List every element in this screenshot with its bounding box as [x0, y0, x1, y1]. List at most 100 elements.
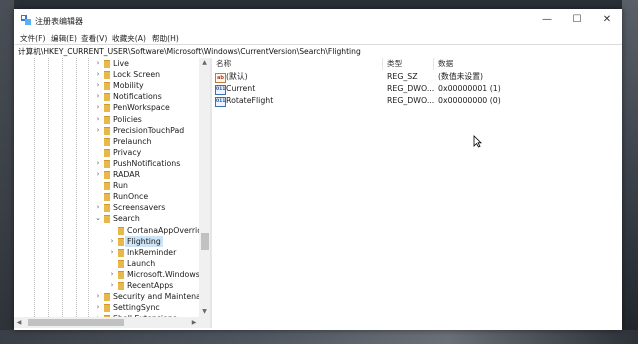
chevron-right-icon[interactable]: [94, 147, 102, 158]
string-value-icon: ab: [215, 73, 226, 83]
menu-favorites[interactable]: 收藏夹(A): [112, 33, 146, 44]
value-type: REG_DWO...: [387, 96, 435, 105]
folder-icon: [104, 204, 110, 213]
tree-item-label: CortanaAppOverride: [127, 225, 207, 235]
menu-file[interactable]: 文件(F): [20, 33, 45, 44]
tree-item-label: Screensavers: [113, 203, 166, 213]
chevron-right-icon[interactable]: ›: [94, 114, 102, 125]
column-header-data[interactable]: 数据: [438, 58, 453, 70]
tree-item-label: Mobility: [113, 81, 144, 91]
tree-item-label: SettingSync: [113, 303, 160, 313]
tree-guide-line: [88, 58, 89, 317]
value-type: REG_DWO...: [387, 84, 435, 93]
chevron-right-icon[interactable]: ›: [94, 291, 102, 302]
folder-icon: [104, 193, 110, 202]
chevron-right-icon[interactable]: ›: [94, 102, 102, 113]
tree-item-label: Privacy: [113, 147, 142, 157]
tree-item-label: RADAR: [113, 170, 141, 179]
value-row[interactable]: ab (默认) REG_SZ (数值未设置): [212, 71, 622, 83]
desktop-background-right: [622, 0, 638, 344]
value-data: 0x00000000 (0): [438, 96, 501, 105]
folder-icon: [104, 71, 110, 80]
menu-edit[interactable]: 编辑(E): [51, 33, 77, 44]
tree-scroll-thumb[interactable]: [201, 233, 209, 250]
chevron-right-icon[interactable]: [94, 180, 102, 191]
chevron-right-icon[interactable]: ›: [94, 58, 102, 69]
values-pane: 名称 类型 数据 ab (默认) REG_SZ (数值未设置) 011 Curr…: [212, 58, 622, 328]
tree-hscroll-thumb[interactable]: [28, 319, 124, 326]
desktop-background: [0, 0, 14, 344]
column-header-type[interactable]: 类型: [387, 58, 402, 70]
tree-item-label: RecentApps: [127, 281, 174, 290]
chevron-right-icon[interactable]: ›: [94, 302, 102, 313]
chevron-right-icon[interactable]: ›: [94, 69, 102, 80]
value-data: 0x00000001 (1): [438, 84, 501, 93]
folder-icon: [104, 93, 110, 102]
tree-item-label: Prelaunch: [113, 136, 152, 146]
tree-item-label: Policies: [113, 114, 142, 124]
tree-item-label: Microsoft.Windows.Cor: [127, 269, 210, 279]
registry-editor-icon: [21, 15, 31, 25]
chevron-right-icon[interactable]: ›: [108, 247, 116, 258]
tree-horizontal-scrollbar[interactable]: ◀ ▶: [14, 317, 210, 328]
title-bar[interactable]: 注册表编辑器 — ☐ ✕: [14, 9, 622, 31]
menu-bar: 文件(F) 编辑(E) 查看(V) 收藏夹(A) 帮助(H): [14, 31, 622, 44]
value-type: REG_SZ: [387, 72, 418, 81]
folder-icon: [104, 115, 110, 124]
folder-icon: [118, 259, 124, 268]
binary-value-icon: 011: [215, 85, 226, 95]
address-bar[interactable]: 计算机\HKEY_CURRENT_USER\Software\Microsoft…: [15, 44, 622, 59]
scroll-left-arrow-icon[interactable]: ◀: [14, 317, 24, 328]
close-button[interactable]: ✕: [592, 9, 622, 31]
tree-item-label: RunOnce: [113, 192, 149, 202]
folder-icon: [104, 148, 110, 157]
minimize-button[interactable]: —: [532, 9, 562, 31]
tree-item-label: PenWorkspace: [113, 103, 170, 113]
folder-icon: [118, 282, 124, 290]
mouse-pointer-icon: [473, 135, 482, 148]
chevron-right-icon[interactable]: ›: [94, 169, 102, 180]
chevron-right-icon[interactable]: ›: [94, 202, 102, 213]
value-row[interactable]: 011 Current REG_DWO... 0x00000001 (1): [212, 83, 622, 95]
maximize-button[interactable]: ☐: [562, 9, 592, 31]
scroll-down-arrow-icon[interactable]: ▼: [199, 307, 210, 317]
scroll-right-arrow-icon[interactable]: ▶: [189, 317, 199, 328]
chevron-right-icon[interactable]: ›: [94, 125, 102, 136]
folder-icon: [118, 237, 124, 246]
menu-help[interactable]: 帮助(H): [152, 33, 179, 44]
chevron-right-icon[interactable]: ›: [108, 236, 116, 247]
column-header-name[interactable]: 名称: [216, 58, 231, 70]
chevron-right-icon[interactable]: ›: [94, 80, 102, 91]
chevron-right-icon[interactable]: ›: [108, 269, 116, 280]
chevron-right-icon[interactable]: ›: [94, 91, 102, 102]
folder-icon: [104, 215, 110, 224]
chevron-right-icon[interactable]: ›: [94, 158, 102, 169]
chevron-right-icon[interactable]: [108, 225, 116, 236]
value-name: RotateFlight: [226, 96, 274, 105]
tree-item-label: Search: [113, 214, 140, 224]
registry-tree: › Live › Lock Screen › Mobility › Notifications…: [14, 58, 210, 317]
chevron-down-icon[interactable]: ⌄: [94, 213, 102, 224]
folder-icon: [104, 293, 110, 302]
scroll-up-arrow-icon[interactable]: ▲: [199, 58, 210, 68]
tree-vertical-scrollbar[interactable]: ▲ ▼: [199, 58, 210, 317]
folder-icon: [104, 60, 110, 68]
folder-icon: [104, 137, 110, 146]
tree-item-label: InkReminder: [127, 247, 177, 257]
column-divider[interactable]: [433, 58, 434, 70]
tree-item-label: Notifications: [113, 92, 162, 102]
tree-item-label: Flighting: [125, 235, 163, 247]
tree-item-label: Security and Maintenance: [113, 292, 210, 302]
folder-icon: [104, 82, 110, 91]
tree-item-label: PrecisionTouchPad: [113, 125, 185, 135]
folder-icon: [118, 270, 124, 279]
value-data: (数值未设置): [438, 72, 484, 81]
chevron-right-icon[interactable]: [94, 191, 102, 202]
folder-icon: [104, 304, 110, 313]
menu-view[interactable]: 查看(V): [81, 33, 107, 44]
chevron-right-icon[interactable]: ›: [108, 280, 116, 291]
chevron-right-icon[interactable]: [94, 136, 102, 147]
chevron-right-icon[interactable]: [108, 258, 116, 269]
value-row[interactable]: 011 RotateFlight REG_DWO... 0x00000000 (…: [212, 95, 622, 107]
column-divider[interactable]: [382, 58, 383, 70]
